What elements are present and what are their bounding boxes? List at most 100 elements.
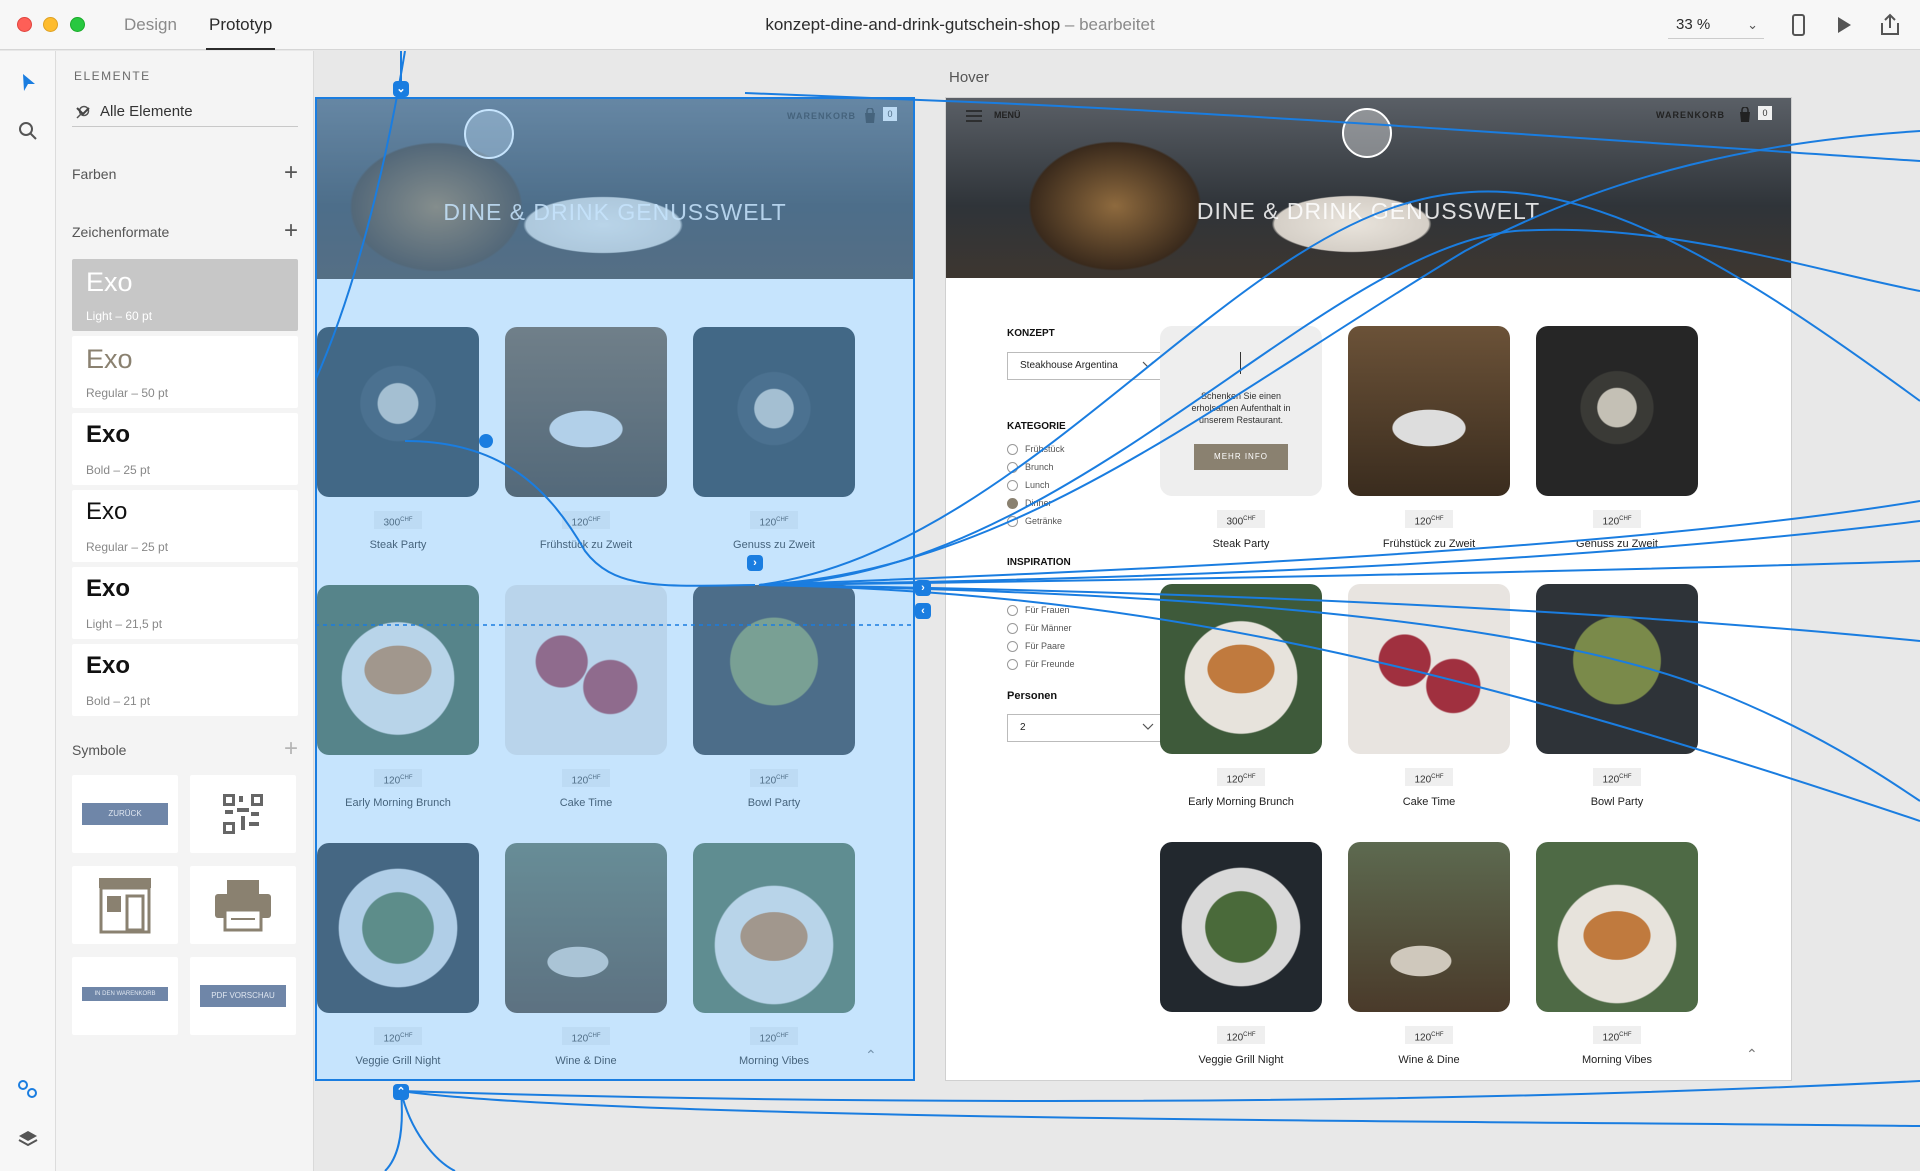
product-card[interactable]: 120CHF Genuss zu Zweit (1536, 326, 1698, 550)
price-value: 120 (759, 775, 777, 787)
category-radio[interactable]: Dinner (1007, 496, 1052, 510)
add-symbol-icon[interactable]: + (284, 737, 298, 761)
product-card-hover[interactable]: Schenken Sie einen erholsamen Aufenthalt… (1160, 326, 1322, 550)
close-window-button[interactable] (17, 17, 32, 32)
artboard-label[interactable]: Hover (949, 69, 989, 86)
inspiration-radio[interactable]: Für Männer (1007, 621, 1072, 635)
char-style-preview: Exo (86, 498, 128, 525)
tab-design[interactable]: Design (124, 0, 177, 50)
product-image (1160, 842, 1322, 1012)
price-currency: CHF (776, 517, 789, 523)
share-icon[interactable] (1877, 12, 1903, 38)
char-style-item[interactable]: Exo Light – 60 pt (72, 259, 298, 331)
scroll-top-icon[interactable]: ⌃ (1746, 1046, 1758, 1063)
product-card[interactable]: 120CHF Wine & Dine (505, 843, 667, 1067)
symbol-pdf-button[interactable]: PDF VORSCHAU (190, 957, 296, 1035)
add-char-style-icon[interactable]: + (284, 219, 298, 243)
category-radio[interactable]: Lunch (1007, 478, 1050, 492)
inspiration-radio[interactable]: Für Frauen (1007, 603, 1070, 617)
zoom-tool-icon[interactable] (16, 119, 40, 143)
product-card[interactable]: 120CHF Early Morning Brunch (1160, 584, 1322, 808)
symbol-back-button[interactable]: ZURÜCK (72, 775, 178, 853)
product-card[interactable]: 120CHF Veggie Grill Night (1160, 842, 1322, 1066)
category-radio[interactable]: Brunch (1007, 460, 1054, 474)
char-style-item[interactable]: Exo Regular – 25 pt (72, 490, 298, 562)
maximize-window-button[interactable] (70, 17, 85, 32)
more-info-button[interactable]: MEHR INFO (1194, 444, 1288, 470)
inspiration-radio[interactable]: Für Paare (1007, 639, 1065, 653)
char-style-desc: Bold – 21 pt (86, 694, 151, 708)
persons-select[interactable]: 2 (1007, 714, 1165, 742)
cart-count-badge: 0 (1758, 106, 1772, 120)
product-card[interactable]: 120CHF Veggie Grill Night (317, 843, 479, 1067)
product-name: Frühstück zu Zweit (1382, 538, 1476, 550)
product-name: Wine & Dine (555, 1055, 617, 1067)
design-canvas[interactable]: DINE & DRINK GENUSSWELT WARENKORB 0 300C… (315, 51, 1920, 1171)
product-card[interactable]: 120CHF Bowl Party (693, 585, 855, 809)
product-card[interactable]: 120CHF Frühstück zu Zweit (1348, 326, 1510, 550)
product-name: Morning Vibes (738, 1055, 810, 1067)
cart-label[interactable]: WARENKORB (787, 111, 856, 121)
device-preview-icon[interactable] (1785, 12, 1811, 38)
scroll-top-icon[interactable]: ⌃ (865, 1047, 877, 1064)
wire-handle-node[interactable] (479, 434, 493, 448)
wire-handle-bottom[interactable]: ⌃ (393, 1084, 409, 1100)
zoom-select[interactable]: 33 % ⌄ (1668, 11, 1764, 39)
price-currency: CHF (588, 775, 601, 781)
artboard-hover[interactable]: MENÜ DINE & DRINK GENUSSWELT WARENKORB 0… (945, 97, 1792, 1081)
wire-handle-top[interactable]: ⌄ (393, 81, 409, 97)
inspiration-radio[interactable]: Für Freunde (1007, 657, 1075, 671)
minimize-window-button[interactable] (43, 17, 58, 32)
add-color-icon[interactable]: + (284, 161, 298, 185)
product-card[interactable]: 120CHF Early Morning Brunch (317, 585, 479, 809)
product-card[interactable]: 120CHF Morning Vibes (693, 843, 855, 1067)
product-name: Early Morning Brunch (345, 797, 451, 809)
category-radio[interactable]: Getränke (1007, 514, 1062, 528)
product-card[interactable]: 120CHF Frühstück zu Zweit (505, 327, 667, 551)
wire-handle-left[interactable]: ‹ (915, 603, 931, 619)
cart-label[interactable]: WARENKORB (1656, 110, 1725, 120)
menu-label[interactable]: MENÜ (994, 110, 1021, 120)
play-icon[interactable] (1830, 12, 1856, 38)
price-value: 120 (1414, 516, 1432, 528)
cart-icon[interactable] (863, 108, 877, 124)
product-card[interactable]: 300CHF Steak Party (317, 327, 479, 551)
char-style-desc: Regular – 25 pt (86, 540, 169, 554)
price-currency: CHF (1431, 774, 1444, 780)
char-style-item[interactable]: Exo Bold – 25 pt (72, 413, 298, 485)
price-currency: CHF (1619, 516, 1632, 522)
zoom-value: 33 % (1676, 16, 1711, 33)
char-style-item[interactable]: Exo Light – 21,5 pt (72, 567, 298, 639)
asset-filter-value: Alle Elemente (100, 103, 193, 120)
concept-select[interactable]: Steakhouse Argentina (1007, 352, 1165, 380)
product-image (1348, 584, 1510, 754)
chevron-down-icon (1142, 361, 1154, 368)
symbol-printer[interactable] (190, 866, 296, 944)
select-tool-icon[interactable] (16, 71, 40, 95)
assets-icon[interactable] (16, 1077, 40, 1101)
tab-prototype[interactable]: Prototyp (206, 0, 276, 50)
char-style-item[interactable]: Exo Regular – 50 pt (72, 336, 298, 408)
product-card[interactable]: 120CHF Cake Time (505, 585, 667, 809)
symbol-cart-button[interactable]: IN DEN WARENKORB (72, 957, 178, 1035)
menu-icon[interactable] (966, 110, 982, 122)
product-card[interactable]: 120CHF Morning Vibes (1536, 842, 1698, 1066)
cart-icon[interactable] (1738, 107, 1752, 123)
panel-header: ELEMENTE (74, 69, 151, 83)
product-name: Genuss zu Zweit (733, 539, 815, 551)
category-radio[interactable]: Frühstück (1007, 442, 1065, 456)
price-currency: CHF (776, 1033, 789, 1039)
product-card[interactable]: 120CHF Wine & Dine (1348, 842, 1510, 1066)
symbol-shop[interactable] (72, 866, 178, 944)
char-style-item[interactable]: Exo Bold – 21 pt (72, 644, 298, 716)
product-card[interactable]: 120CHF Bowl Party (1536, 584, 1698, 808)
product-card[interactable]: 120CHF Genuss zu Zweit (693, 327, 855, 551)
layers-icon[interactable] (16, 1127, 40, 1151)
wire-handle-right[interactable]: › (915, 580, 931, 596)
asset-filter-select[interactable]: Alle Elemente (72, 97, 298, 127)
wire-handle-right[interactable]: › (747, 555, 763, 571)
artboard-main[interactable]: DINE & DRINK GENUSSWELT WARENKORB 0 300C… (315, 97, 915, 1081)
symbol-qr-code[interactable] (190, 775, 296, 853)
product-card[interactable]: 120CHF Cake Time (1348, 584, 1510, 808)
price-badge: 120CHF (562, 769, 610, 787)
